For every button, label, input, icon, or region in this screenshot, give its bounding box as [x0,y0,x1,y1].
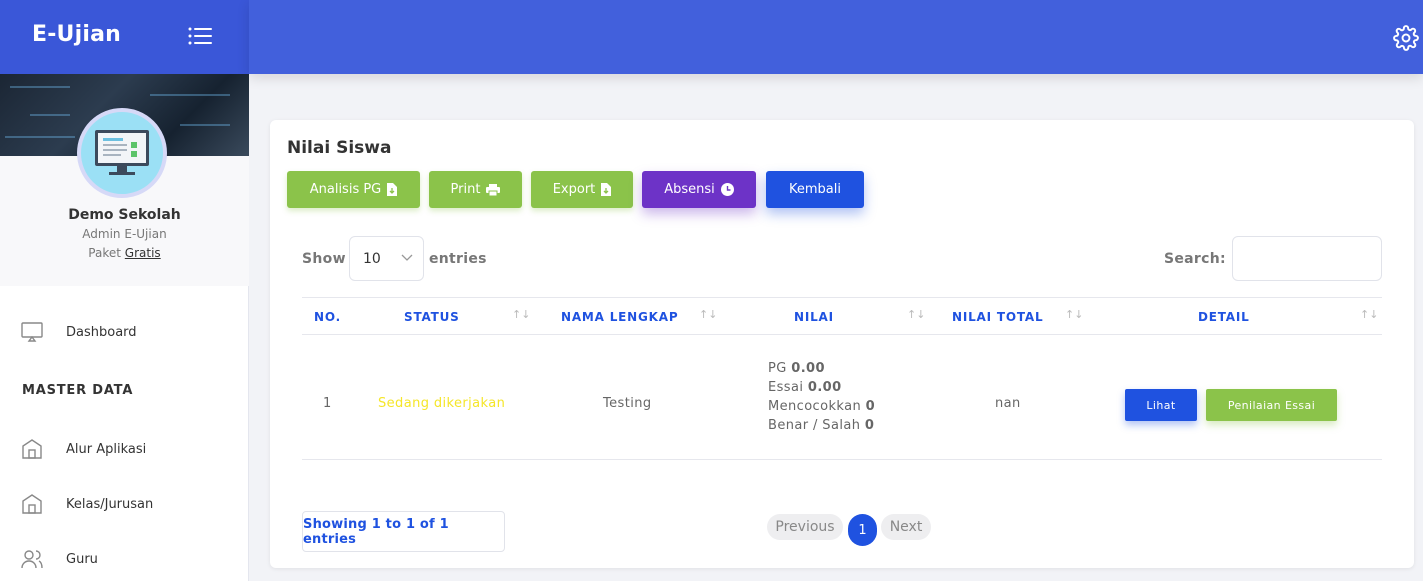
nilai-siswa-card: Nilai Siswa Analisis PG Print Export Abs… [270,120,1414,568]
sidebar-section-title: MASTER DATA [22,383,134,398]
package-prefix: Paket [88,246,121,260]
table-row: 1 Sedang dikerjakan Testing PG 0.00 Essa… [302,335,1382,460]
pagination-next[interactable]: Next [881,514,931,540]
absensi-button[interactable]: Absensi [642,171,756,208]
penilaian-essai-button[interactable]: Penilaian Essai [1206,389,1337,421]
file-download-icon [601,183,612,196]
column-header-detail[interactable]: DETAIL [1198,310,1250,324]
status-badge: Sedang dikerjakan [378,396,506,411]
chevron-down-icon [401,254,413,261]
clock-icon [720,183,734,196]
export-button[interactable]: Export [531,171,633,208]
sidebar-item-guru[interactable]: Guru [20,544,98,574]
sidebar-item-label: Kelas/Jurusan [66,496,154,512]
sort-icon[interactable]: ↑↓ [1360,308,1378,321]
button-label: Analisis PG [309,182,382,197]
profile-package: Paket Gratis [0,246,249,260]
show-label: Show [302,251,346,267]
sidebar-item-kelas-jurusan[interactable]: Kelas/Jurusan [20,489,153,519]
nilai-pg: PG 0.00 [768,361,825,376]
printer-icon [486,183,501,196]
search-input[interactable] [1232,236,1382,281]
sort-icon[interactable]: ↑↓ [907,308,925,321]
print-button[interactable]: Print [429,171,522,208]
file-download-icon [387,183,398,196]
entries-value: 10 [363,250,381,267]
button-label: Print [450,182,481,197]
cell-nilai-total: nan [995,396,1021,411]
nilai-essai: Essai 0.00 [768,380,842,395]
sidebar-item-label: Alur Aplikasi [66,441,147,457]
monitor-icon [21,322,43,342]
entries-label: entries [429,251,487,267]
building-icon [22,494,42,514]
column-header-nilai-total[interactable]: NILAI TOTAL [952,310,1043,324]
lihat-button[interactable]: Lihat [1125,389,1197,421]
table-header: NO. STATUS ↑↓ NAMA LENGKAP ↑↓ NILAI ↑↓ N… [302,297,1382,335]
analisis-pg-button[interactable]: Analisis PG [287,171,420,208]
page-title: Nilai Siswa [287,138,392,158]
nilai-benar-salah: Benar / Salah 0 [768,418,875,433]
sidebar-item-alur-aplikasi[interactable]: Alur Aplikasi [20,434,146,464]
profile-role: Admin E-Ujian [82,227,167,241]
kembali-button[interactable]: Kembali [766,171,864,208]
sidebar-item-dashboard[interactable]: Dashboard [20,317,137,347]
pagination-page-current[interactable]: 1 [848,514,877,546]
sort-icon[interactable]: ↑↓ [512,308,530,321]
top-navbar [249,0,1423,74]
gear-icon[interactable] [1393,25,1419,51]
package-link[interactable]: Gratis [125,246,161,260]
entries-per-page-select[interactable]: 10 [349,236,424,281]
column-header-nama-lengkap[interactable]: NAMA LENGKAP [561,310,678,324]
brand-header: E-Ujian [0,0,249,74]
button-label: Absensi [664,182,715,197]
sidebar: Demo Sekolah Admin E-Ujian Paket Gratis … [0,74,249,581]
sidebar-item-label: Guru [66,551,98,567]
cell-nilai: PG 0.00 Essai 0.00 Mencocokkan 0 Benar /… [768,359,875,435]
column-header-status[interactable]: STATUS [404,310,460,324]
column-header-nilai[interactable]: NILAI [794,310,834,324]
brand-title: E-Ujian [32,22,122,47]
cell-nama: Testing [603,396,652,411]
pagination-previous[interactable]: Previous [767,514,843,540]
cell-no: 1 [323,396,332,411]
column-header-no[interactable]: NO. [314,310,341,324]
building-icon [22,439,42,459]
nilai-mencocokkan: Mencocokkan 0 [768,399,876,414]
avatar [77,108,167,198]
button-label: Export [552,182,596,197]
sidebar-item-label: Dashboard [66,324,137,340]
list-menu-icon[interactable] [188,26,212,46]
table-info: Showing 1 to 1 of 1 entries [302,511,505,552]
button-label: Kembali [789,182,841,197]
sort-icon[interactable]: ↑↓ [1065,308,1083,321]
search-label: Search: [1164,251,1226,267]
users-icon [21,550,43,569]
sort-icon[interactable]: ↑↓ [699,308,717,321]
profile-name: Demo Sekolah [68,207,181,223]
